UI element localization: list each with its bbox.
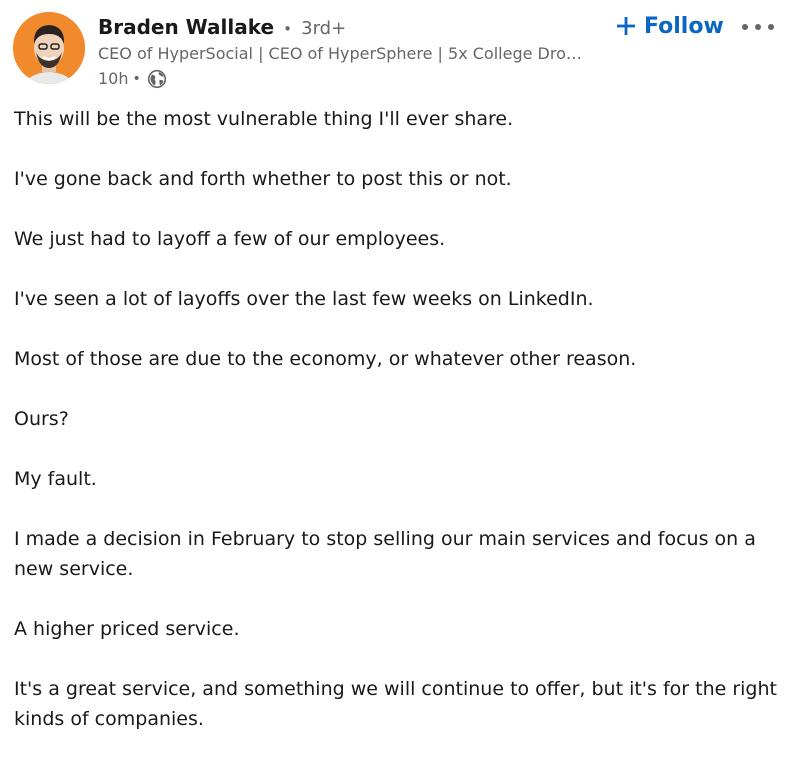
post-body: This will be the most vulnerable thing I… (14, 104, 784, 764)
follow-button[interactable]: Follow (612, 10, 728, 42)
author-name[interactable]: Braden Wallake (98, 15, 274, 39)
plus-icon (616, 16, 636, 36)
feed-post: Braden Wallake • 3rd+ CEO of HyperSocial… (0, 0, 793, 739)
avatar-portrait (13, 12, 85, 84)
connection-degree: 3rd+ (301, 18, 347, 39)
more-horizontal-icon (740, 17, 776, 36)
post-paragraph: My fault. (14, 468, 97, 490)
post-paragraph: I've gone back and forth whether to post… (14, 168, 512, 190)
post-meta: 10h • (98, 66, 608, 92)
author-name-line: Braden Wallake • 3rd+ (98, 12, 608, 42)
post-timestamp[interactable]: 10h (98, 66, 129, 92)
post-paragraph: We just had to layoff a few of our emplo… (14, 228, 446, 250)
post-paragraph: I made a decision in February to stop se… (14, 528, 756, 580)
post-paragraph: A higher priced service. (14, 618, 240, 640)
post-header: Braden Wallake • 3rd+ CEO of HyperSocial… (0, 0, 793, 100)
author-headline[interactable]: CEO of HyperSocial | CEO of HyperSphere … (98, 42, 590, 66)
meta-separator: • (132, 71, 141, 87)
post-paragraph: It's a great service, and something we w… (14, 678, 777, 730)
more-options-button[interactable] (738, 14, 778, 38)
author-avatar[interactable] (13, 12, 85, 84)
follow-label: Follow (644, 13, 724, 39)
name-separator: • (283, 20, 293, 38)
author-info: Braden Wallake • 3rd+ CEO of HyperSocial… (98, 12, 608, 92)
globe-icon (147, 69, 167, 89)
post-paragraph: Most of those are due to the economy, or… (14, 348, 637, 370)
post-paragraph: Ours? (14, 408, 69, 430)
post-paragraph: I've seen a lot of layoffs over the last… (14, 288, 594, 310)
post-paragraph: This will be the most vulnerable thing I… (14, 108, 514, 130)
